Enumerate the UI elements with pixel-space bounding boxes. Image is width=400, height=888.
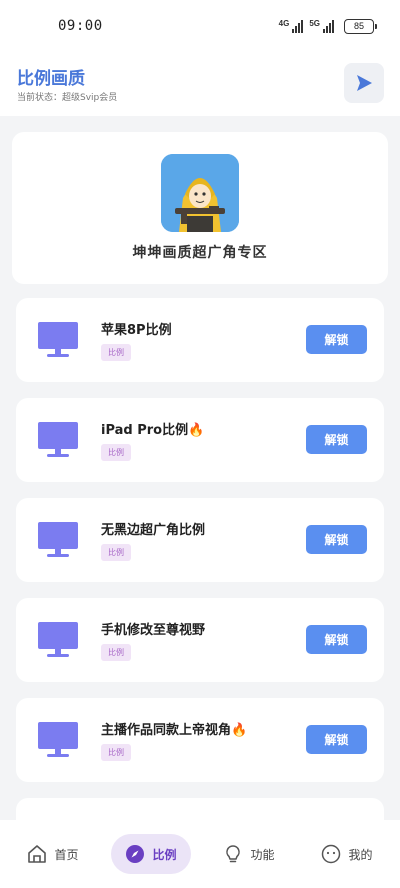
list-item: 苹果8P比例 比例 解锁: [16, 298, 384, 382]
nav-tab-home[interactable]: 首页: [13, 834, 92, 874]
play-button[interactable]: [344, 63, 384, 103]
page-title: 比例画质: [17, 69, 85, 88]
nav-tab-ratio[interactable]: 比例: [111, 834, 191, 874]
compass-icon: [126, 845, 145, 863]
app-header: 比例画质 当前状态：超级Svip会员: [0, 52, 400, 116]
monitor-icon: [38, 422, 78, 457]
unlock-button[interactable]: 解锁: [306, 425, 367, 454]
play-icon: [357, 75, 372, 91]
unlock-button[interactable]: 解锁: [306, 325, 367, 354]
item-title: 主播作品同款上帝视角🔥: [101, 723, 248, 738]
bottom-nav: 首页 比例 功能 我的: [0, 820, 400, 888]
home-icon: [28, 845, 47, 863]
monitor-icon: [38, 522, 78, 557]
list-item: 手机修改至尊视野 比例 解锁: [16, 598, 384, 682]
nav-tab-features-label: 功能: [250, 847, 275, 862]
signal-5g-icon: 5G: [309, 19, 334, 33]
item-title: iPad Pro比例🔥: [101, 423, 205, 438]
status-time: 09:00: [58, 18, 103, 34]
hero-title: 坤坤画质超广角专区: [132, 245, 268, 261]
hero-card: 坤坤画质超广角专区: [12, 132, 388, 284]
item-tag: 比例: [101, 544, 131, 561]
nav-tab-home-label: 首页: [54, 847, 79, 862]
battery-level: 85: [353, 21, 364, 31]
membership-status: 当前状态：超级Svip会员: [17, 93, 118, 103]
item-title: 无黑边超广角比例: [101, 523, 206, 538]
item-tag: 比例: [101, 644, 131, 661]
list-item: iPad Pro比例🔥 比例 解锁: [16, 398, 384, 482]
lightbulb-icon: [226, 845, 241, 863]
character-avatar: [161, 154, 239, 232]
status-icons: 4G 5G 85: [279, 18, 377, 34]
item-tag: 比例: [101, 344, 131, 361]
smiley-icon: [322, 844, 341, 864]
signal-5g-label: 5G: [309, 19, 320, 28]
status-bar: 09:00 4G 5G 85: [0, 0, 400, 52]
ratio-list: 苹果8P比例 比例 解锁 iPad Pro比例🔥 比例 解锁 无黑边超广角比例 …: [16, 298, 384, 854]
item-title: 苹果8P比例: [101, 323, 172, 338]
monitor-icon: [38, 322, 78, 357]
signal-4g-label: 4G: [278, 19, 290, 28]
item-title: 手机修改至尊视野: [101, 623, 206, 638]
item-tag: 比例: [101, 444, 131, 461]
list-item: 主播作品同款上帝视角🔥 比例 解锁: [16, 698, 384, 782]
unlock-button[interactable]: 解锁: [306, 725, 367, 754]
nav-tab-ratio-label: 比例: [152, 847, 177, 862]
nav-tab-features[interactable]: 功能: [209, 834, 288, 874]
nav-tab-profile-label: 我的: [348, 847, 373, 862]
monitor-icon: [38, 722, 78, 757]
nav-tab-profile[interactable]: 我的: [307, 834, 386, 874]
list-item: 无黑边超广角比例 比例 解锁: [16, 498, 384, 582]
battery-icon: 85: [344, 18, 377, 34]
unlock-button[interactable]: 解锁: [306, 625, 367, 654]
monitor-icon: [38, 622, 78, 657]
item-tag: 比例: [101, 744, 131, 761]
unlock-button[interactable]: 解锁: [306, 525, 367, 554]
signal-4g-icon: 4G: [279, 19, 304, 33]
